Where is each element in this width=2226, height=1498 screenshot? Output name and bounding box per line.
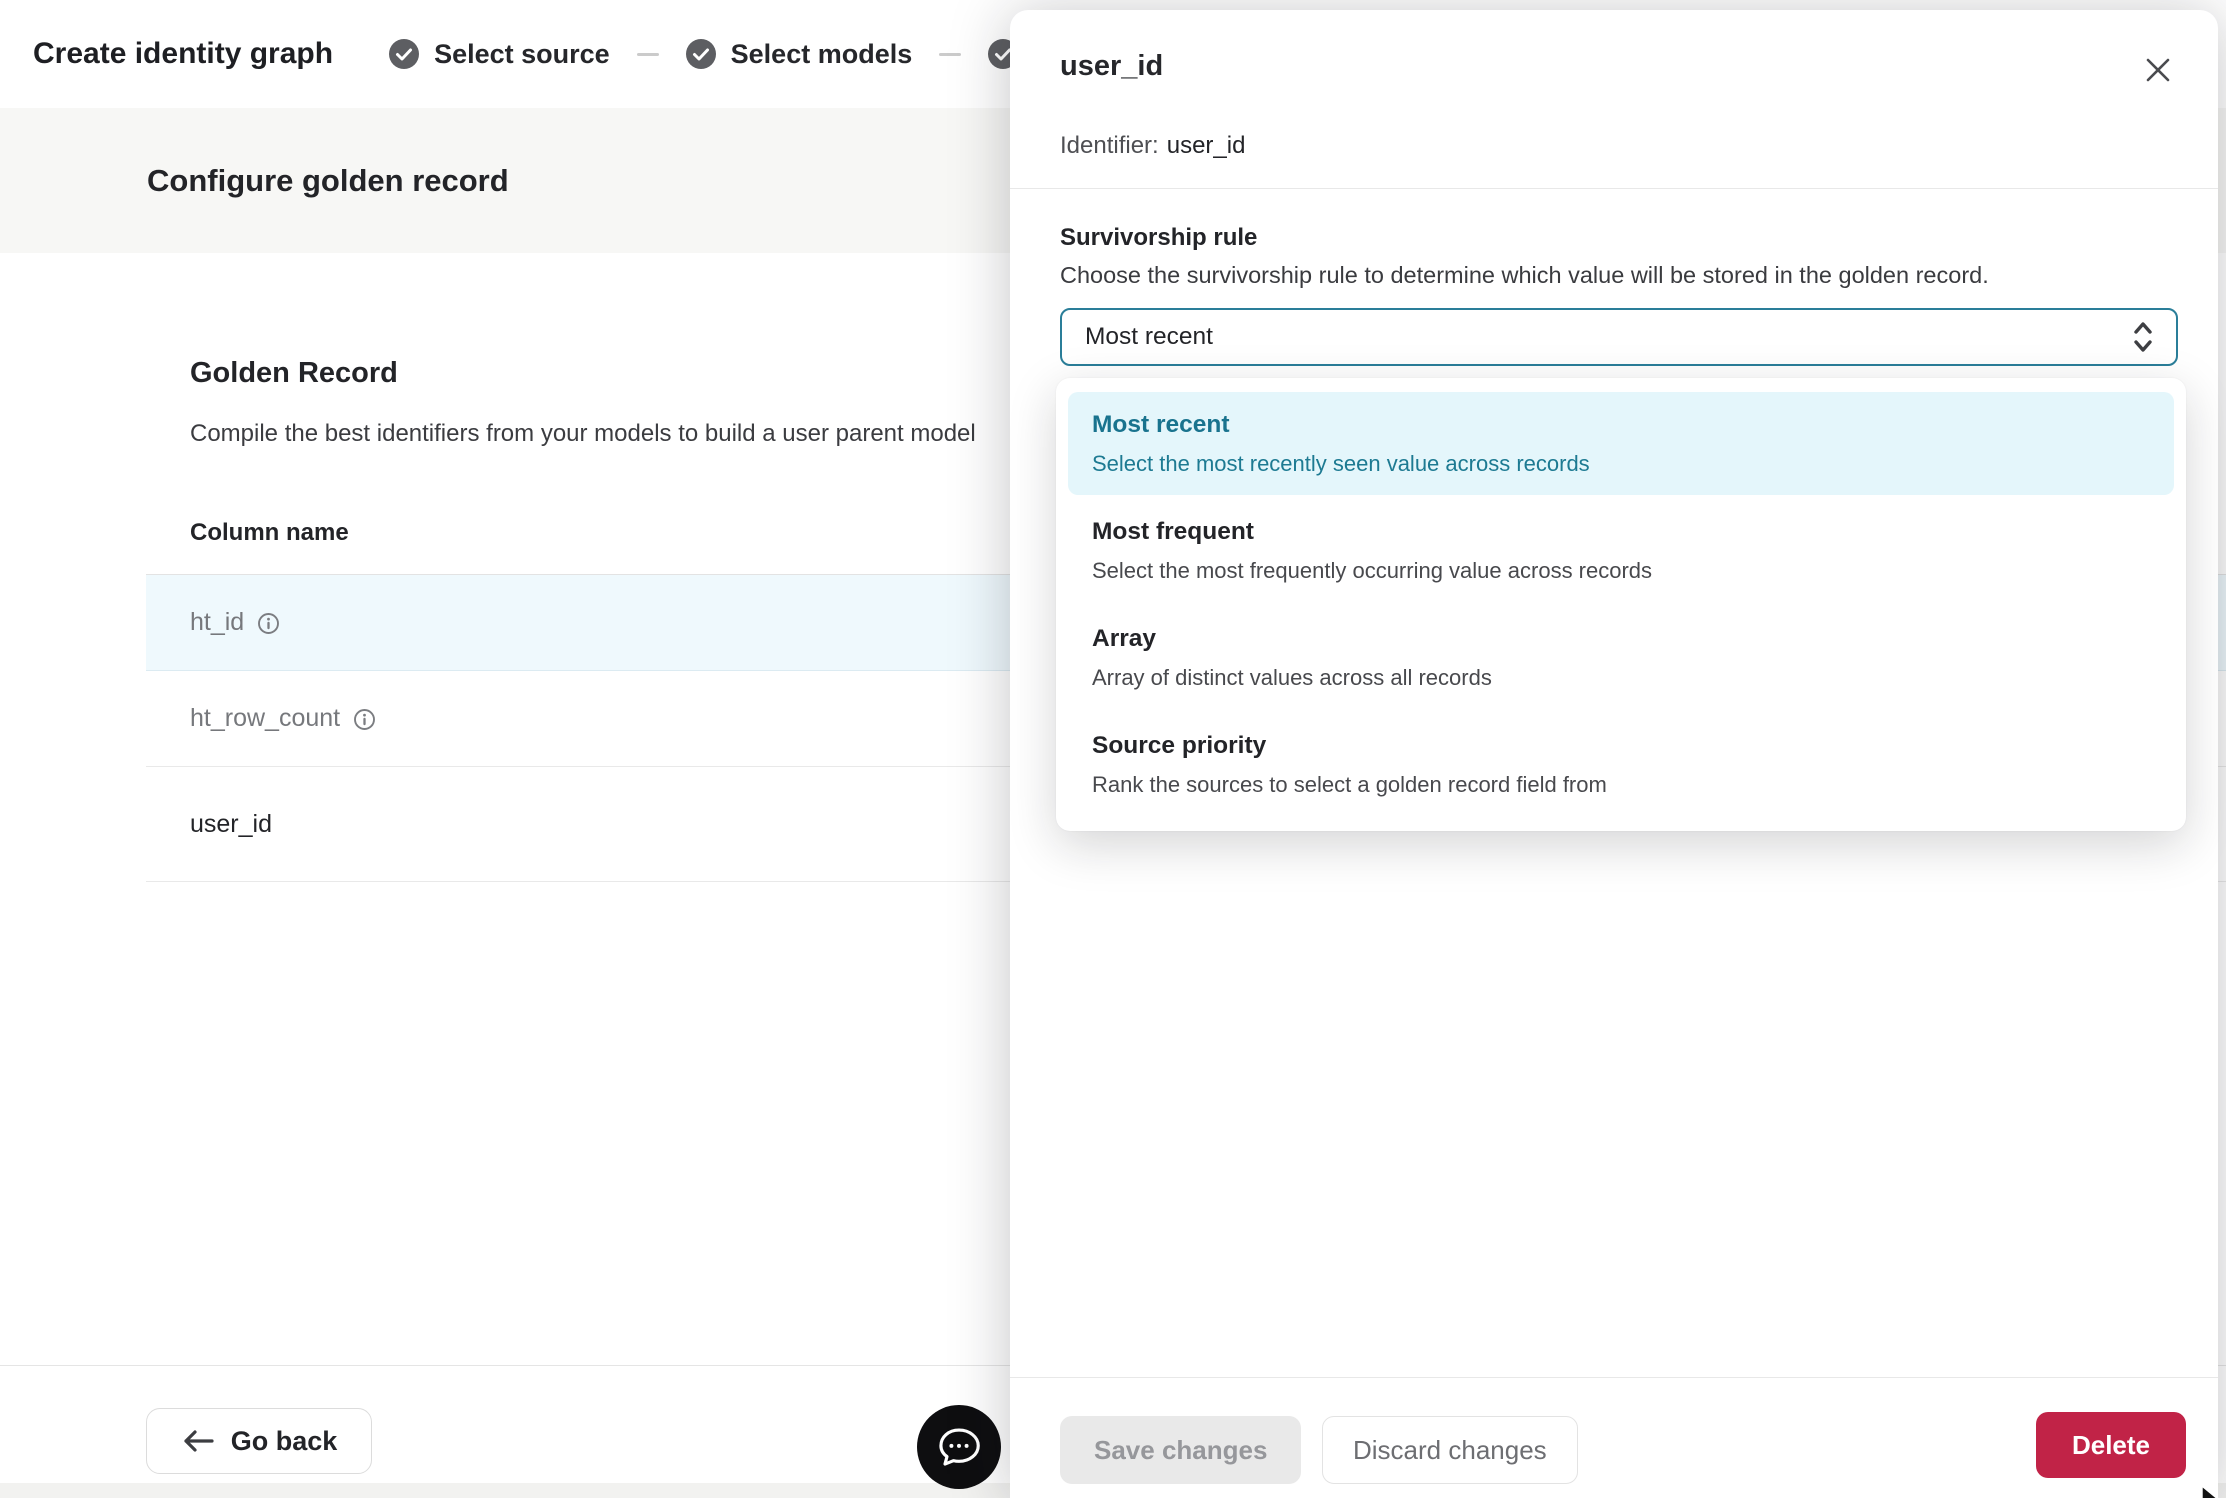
stepper-step-label: Select source xyxy=(434,39,610,70)
delete-button[interactable]: Delete xyxy=(2036,1412,2186,1478)
discard-changes-button[interactable]: Discard changes xyxy=(1322,1416,1578,1484)
back-arrow-icon xyxy=(181,1428,215,1454)
option-description: Array of distinct values across all reco… xyxy=(1092,664,2150,692)
option-title: Array xyxy=(1092,624,2150,655)
close-icon xyxy=(2143,55,2173,85)
option-description: Select the most recently seen value acro… xyxy=(1092,450,2150,478)
identifier-detail-panel: user_id Identifier: user_id Survivorship … xyxy=(1010,10,2218,1498)
identifier-value: user_id xyxy=(1167,132,1246,159)
go-back-label: Go back xyxy=(231,1426,338,1457)
select-updown-icon xyxy=(2130,318,2156,356)
app-root: Create identity graph Select source Sele… xyxy=(0,0,2226,1498)
stepper-step-select-models[interactable]: Select models xyxy=(686,39,913,70)
survivorship-rule-select[interactable]: Most recent xyxy=(1060,308,2178,366)
column-name-cell: ht_id xyxy=(190,608,244,637)
panel-title: user_id xyxy=(1060,50,1163,83)
check-circle-icon xyxy=(686,39,716,69)
survivorship-options-menu: Most recent Select the most recently see… xyxy=(1056,378,2186,831)
check-circle-icon xyxy=(389,39,419,69)
stepper-connector xyxy=(939,53,961,56)
column-name-cell: ht_row_count xyxy=(190,704,340,733)
option-most-recent[interactable]: Most recent Select the most recently see… xyxy=(1068,392,2174,495)
option-most-frequent[interactable]: Most frequent Select the most frequently… xyxy=(1068,499,2174,602)
save-changes-button[interactable]: Save changes xyxy=(1060,1416,1301,1484)
column-name-cell: user_id xyxy=(190,810,272,839)
section-title: Configure golden record xyxy=(147,163,509,199)
option-title: Most frequent xyxy=(1092,517,2150,548)
stepper-step-label: Select models xyxy=(731,39,913,70)
info-icon[interactable] xyxy=(257,612,280,635)
identifier-label: Identifier: xyxy=(1060,132,1159,159)
panel-footer-divider xyxy=(1010,1377,2218,1378)
option-array[interactable]: Array Array of distinct values across al… xyxy=(1068,606,2174,709)
option-description: Rank the sources to select a golden reco… xyxy=(1092,771,2150,799)
page-title: Create identity graph xyxy=(33,37,333,71)
stepper-step-select-source[interactable]: Select source xyxy=(389,39,610,70)
golden-record-title: Golden Record xyxy=(190,357,398,390)
chat-widget-button[interactable] xyxy=(917,1405,1001,1489)
go-back-button[interactable]: Go back xyxy=(146,1408,372,1474)
close-button[interactable] xyxy=(2134,46,2182,94)
survivorship-rule-label: Survivorship rule xyxy=(1060,224,1257,252)
option-source-priority[interactable]: Source priority Rank the sources to sele… xyxy=(1068,713,2174,816)
chat-bubble-icon xyxy=(931,1419,987,1475)
option-title: Source priority xyxy=(1092,731,2150,762)
stepper-connector xyxy=(637,53,659,56)
identifier-line: Identifier: user_id xyxy=(1060,132,1245,160)
select-value: Most recent xyxy=(1085,323,1213,351)
info-icon[interactable] xyxy=(353,708,376,731)
golden-record-description: Compile the best identifiers from your m… xyxy=(190,420,976,448)
survivorship-rule-description: Choose the survivorship rule to determin… xyxy=(1060,262,1989,289)
panel-divider xyxy=(1010,188,2218,189)
option-description: Select the most frequently occurring val… xyxy=(1092,557,2150,585)
option-title: Most recent xyxy=(1092,410,2150,441)
